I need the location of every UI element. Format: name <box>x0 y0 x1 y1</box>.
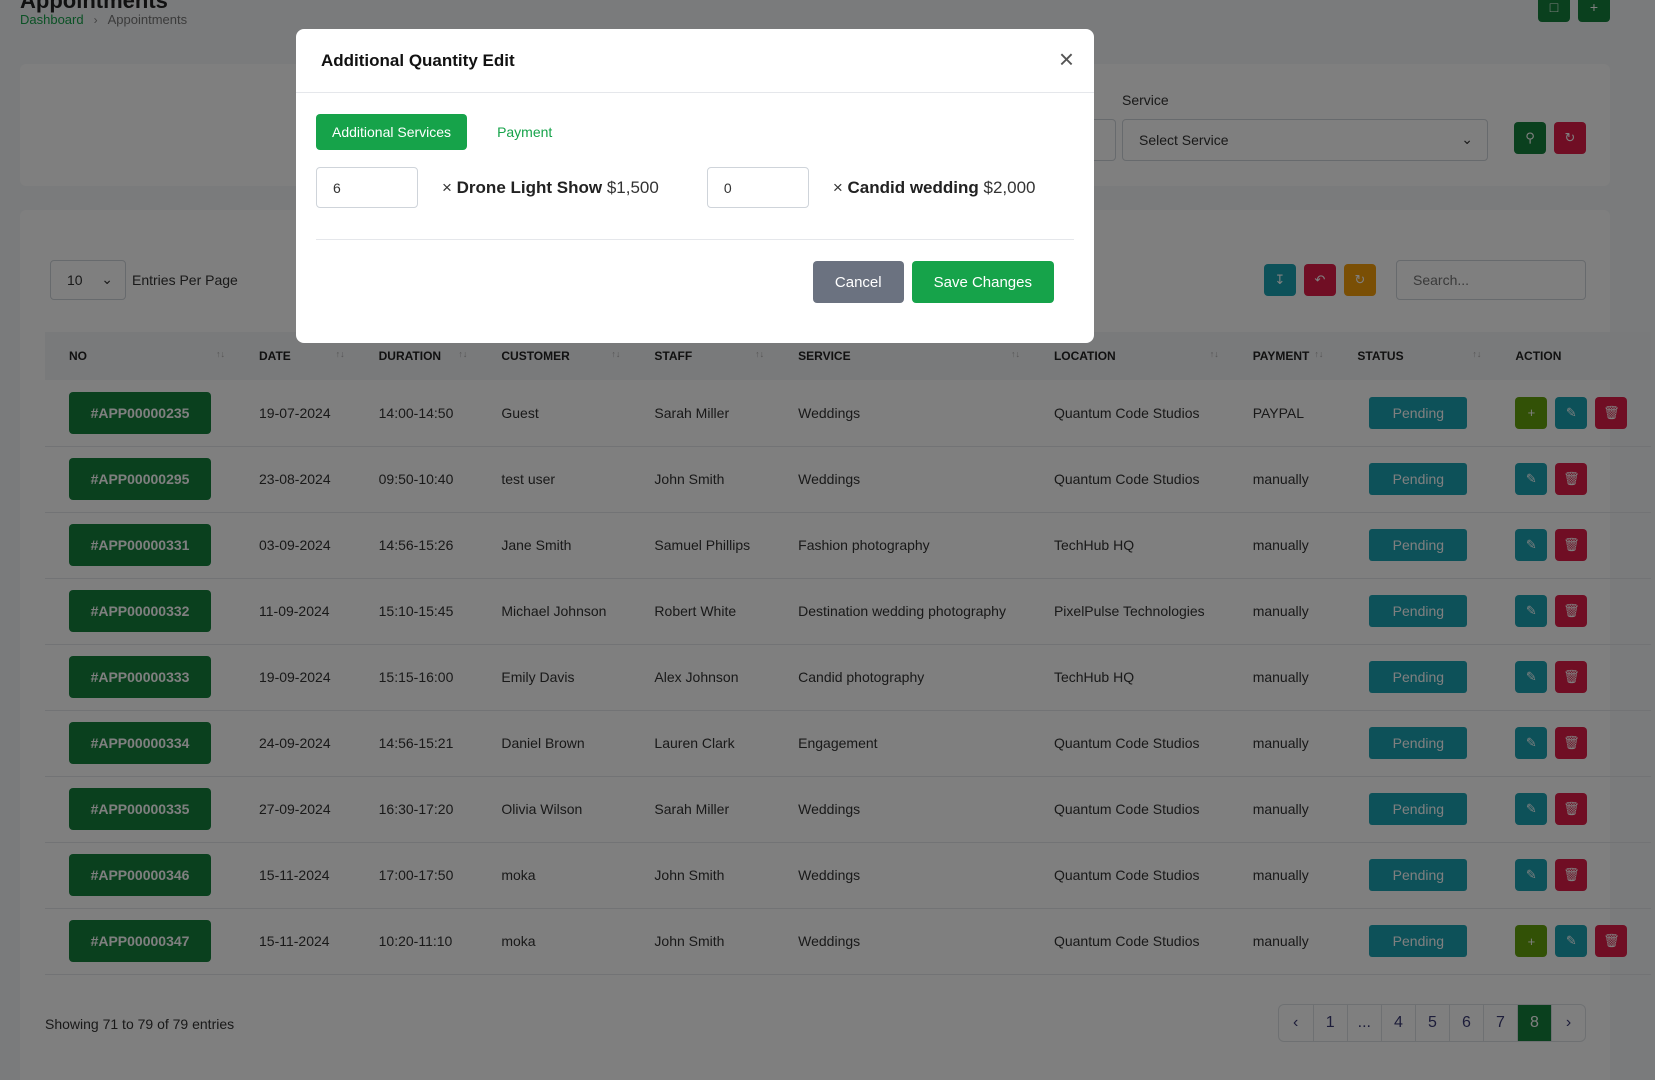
quantity-row: × Drone Light Show $1,500 × Candid weddi… <box>316 167 1036 208</box>
save-changes-button[interactable]: Save Changes <box>911 261 1054 303</box>
additional-quantity-modal: Additional Quantity Edit × Additional Se… <box>296 29 1094 343</box>
modal-title: Additional Quantity Edit <box>321 51 515 70</box>
tab-additional-services[interactable]: Additional Services <box>316 114 468 150</box>
close-icon[interactable]: × <box>1059 45 1074 73</box>
modal-tabs: Additional Services Payment <box>316 114 568 150</box>
drone-light-show-label: × Drone Light Show $1,500 <box>442 177 659 197</box>
drone-light-show-quantity-input[interactable] <box>316 167 418 208</box>
tab-payment[interactable]: Payment <box>481 114 568 150</box>
modal-divider <box>316 239 1074 240</box>
modal-header: Additional Quantity Edit × <box>296 29 1094 93</box>
modal-footer: Cancel Save Changes <box>812 261 1054 303</box>
candid-wedding-label: × Candid wedding $2,000 <box>832 177 1036 197</box>
cancel-button[interactable]: Cancel <box>812 261 904 303</box>
candid-wedding-quantity-input[interactable] <box>706 167 809 208</box>
